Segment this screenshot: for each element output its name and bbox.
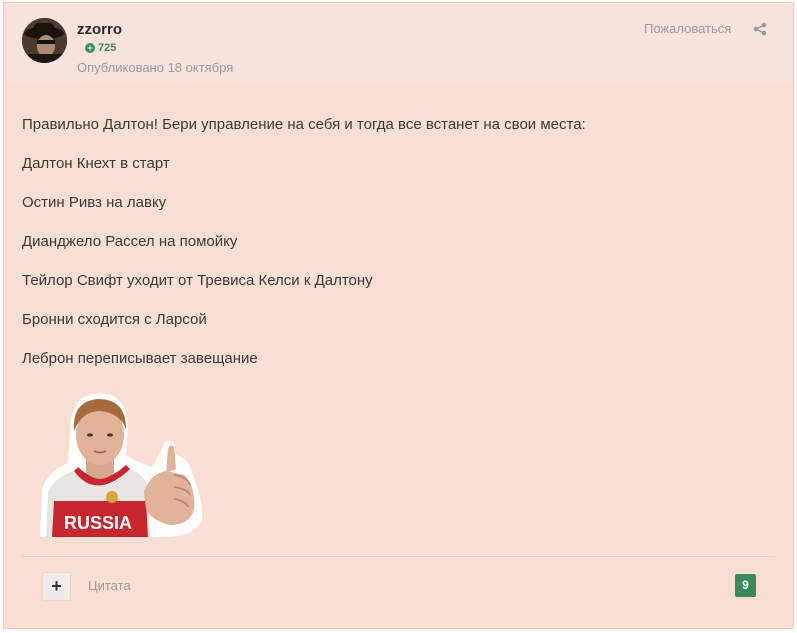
- plus-circle-icon: +: [85, 43, 95, 53]
- reputation-value: 725: [98, 42, 117, 54]
- post-header: zzorro + 725 Опубликовано 18 октября Пож…: [4, 3, 793, 81]
- post-line: Тейлор Свифт уходит от Тревиса Келси к Д…: [22, 272, 373, 289]
- multiquote-add-button[interactable]: +: [42, 572, 71, 601]
- post-line: Дианджело Рассел на помойку: [22, 233, 238, 250]
- username[interactable]: zzorro: [77, 21, 122, 38]
- post-line: Правильно Далтон! Бери управление на себ…: [22, 116, 586, 133]
- post-line: Леброн переписывает завещание: [22, 350, 258, 367]
- post-line: Далтон Кнехт в старт: [22, 155, 170, 172]
- forum-post: zzorro + 725 Опубликовано 18 октября Пож…: [3, 2, 794, 629]
- avatar[interactable]: [22, 18, 67, 63]
- report-link[interactable]: Пожаловаться: [644, 21, 731, 36]
- post-line: Бронни сходится с Ларсой: [22, 311, 207, 328]
- footer-divider: [22, 556, 775, 557]
- sticker-jersey-text: RUSSIA: [64, 513, 132, 533]
- post-content: Правильно Далтон! Бери управление на себ…: [22, 115, 772, 388]
- quote-button[interactable]: Цитата: [88, 578, 131, 593]
- reputation-badge: + 725: [85, 42, 116, 54]
- thumbs-up-sticker: RUSSIA: [34, 391, 206, 537]
- share-icon[interactable]: [753, 22, 767, 36]
- post-line: Остин Ривз на лавку: [22, 194, 167, 211]
- avatar-image: [22, 18, 67, 63]
- published-date: Опубликовано 18 октября: [77, 60, 234, 75]
- reaction-count-badge[interactable]: 9: [735, 574, 756, 597]
